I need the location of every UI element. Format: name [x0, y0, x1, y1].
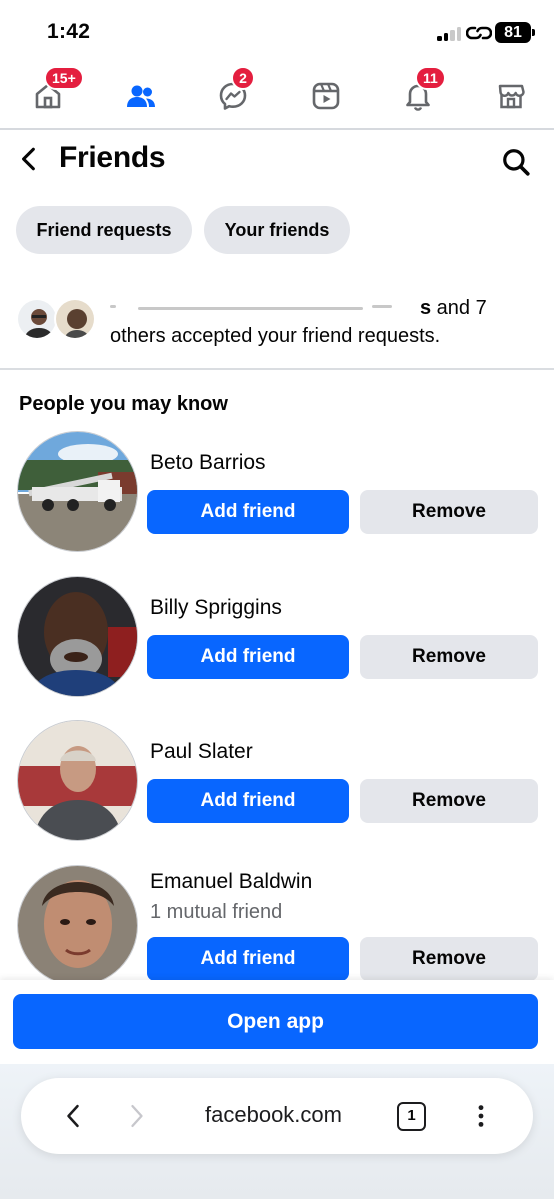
person-name[interactable]: Emanuel Baldwin — [150, 870, 312, 894]
notice-line2: others accepted your friend requests. — [110, 325, 441, 347]
person-name[interactable]: Beto Barrios — [150, 451, 266, 475]
friends-icon — [127, 85, 155, 107]
add-friend-button[interactable]: Add friend — [147, 779, 349, 823]
chevron-left-icon — [22, 147, 35, 171]
notice-name-end: s — [420, 297, 432, 319]
your-friends-chip[interactable]: Your friends — [204, 206, 350, 254]
more-menu-button[interactable] — [469, 1098, 493, 1134]
page-title: Friends — [59, 141, 166, 174]
tab-switcher-button[interactable]: 1 — [397, 1102, 426, 1131]
remove-button[interactable]: Remove — [360, 779, 538, 823]
more-vertical-icon — [478, 1105, 484, 1127]
avatar[interactable] — [17, 576, 138, 697]
url-text[interactable]: facebook.com — [171, 1102, 376, 1128]
friend-requests-chip[interactable]: Friend requests — [16, 206, 192, 254]
home-badge: 15+ — [44, 66, 84, 90]
marketplace-icon — [498, 84, 525, 109]
avatar[interactable] — [17, 865, 138, 986]
add-friend-button[interactable]: Add friend — [147, 937, 349, 981]
tab-marketplace[interactable] — [486, 72, 536, 120]
avatar — [16, 298, 58, 340]
search-button[interactable] — [498, 144, 534, 180]
tab-friends[interactable] — [116, 72, 166, 120]
browser-back-button[interactable] — [59, 1098, 87, 1134]
mutual-friends-count: 1 mutual friend — [150, 901, 283, 923]
page-header: Friends — [0, 132, 554, 190]
notice-avatars — [16, 298, 100, 342]
person-name[interactable]: Billy Spriggins — [150, 596, 282, 620]
open-app-button[interactable]: Open app — [13, 994, 538, 1049]
signal-icon — [437, 27, 463, 41]
personal-hotspot-icon — [465, 22, 493, 44]
person-name[interactable]: Paul Slater — [150, 740, 253, 764]
add-friend-button[interactable]: Add friend — [147, 490, 349, 534]
messenger-badge: 2 — [231, 66, 255, 90]
video-icon — [312, 82, 340, 110]
avatar[interactable] — [17, 720, 138, 841]
search-icon — [503, 149, 530, 176]
address-bar[interactable]: facebook.com 1 — [21, 1078, 533, 1154]
back-button[interactable] — [12, 142, 46, 176]
notice-line1-tail: and 7 — [431, 297, 487, 319]
remove-button[interactable]: Remove — [360, 635, 538, 679]
add-friend-button[interactable]: Add friend — [147, 635, 349, 679]
section-title: People you may know — [19, 393, 228, 415]
battery-indicator: 81 — [495, 22, 535, 43]
top-tab-bar: 15+ 2 11 — [0, 62, 554, 130]
status-bar: 1:42 81 — [0, 0, 554, 62]
status-time: 1:42 — [47, 20, 91, 43]
chevron-left-icon — [67, 1104, 79, 1128]
avatar[interactable] — [17, 431, 138, 552]
remove-button[interactable]: Remove — [360, 937, 538, 981]
notifications-badge: 11 — [415, 66, 446, 90]
accepted-requests-notice[interactable]: s and 7 others accepted your friend requ… — [0, 290, 554, 370]
tab-video[interactable] — [301, 72, 351, 120]
open-app-banner: Open app — [0, 980, 554, 1064]
chevron-right-icon — [131, 1104, 143, 1128]
browser-toolbar: facebook.com 1 — [0, 1064, 554, 1199]
remove-button[interactable]: Remove — [360, 490, 538, 534]
avatar — [54, 298, 96, 340]
browser-forward-button[interactable] — [123, 1098, 151, 1134]
